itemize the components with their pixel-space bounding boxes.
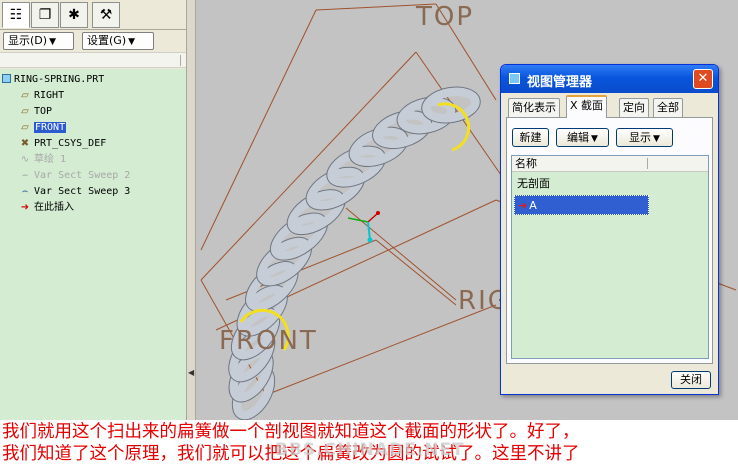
settings-menu-label: 设置(G) [87, 34, 127, 47]
list-item-label: A [529, 199, 537, 212]
csys-marker [347, 211, 380, 243]
tree-root-label: RING-SPRING.PRT [14, 74, 105, 85]
tree-column-header [0, 52, 186, 68]
tree-root-item[interactable]: RING-SPRING.PRT [2, 72, 104, 88]
tree-item-top[interactable]: ▱ TOP [18, 104, 52, 120]
model-tree-tab[interactable]: ☷ [2, 2, 30, 28]
close-icon[interactable]: ✕ [693, 69, 713, 89]
spring-coil [270, 212, 328, 261]
name-column-header[interactable]: 名称 [515, 157, 537, 170]
insert-here-arrow-icon: ➜ [20, 202, 30, 213]
show-menu-label: 显示(D) [8, 34, 48, 47]
sweep-feature-icon: ⌢ [21, 170, 29, 181]
tree-item-sketch[interactable]: ∿ 草绘 1 [18, 152, 66, 168]
active-arrow-icon: ➔ [518, 199, 528, 212]
folder-browser-tab[interactable]: ❐ [31, 2, 59, 28]
top-datum-label[interactable]: TOP [416, 2, 474, 32]
section-list: 名称 无剖面 ➔ A [511, 155, 709, 359]
right-datum-edge [375, 239, 457, 306]
folder-layers-icon: ❐ [38, 7, 52, 23]
settings-menu-button[interactable]: 设置(G) ▼ [82, 32, 154, 50]
tools-tab[interactable]: ⚒ [92, 2, 120, 28]
tree-item-label: 草绘 1 [34, 154, 67, 165]
edit-menu-label: 编辑 [567, 131, 590, 144]
tree-item-label: Var Sect Sweep 3 [34, 186, 131, 197]
dialog-titlebar[interactable]: 视图管理器 ✕ [501, 65, 718, 93]
collapse-arrow-icon[interactable]: ◀ [188, 368, 194, 377]
panel-sash[interactable] [186, 0, 196, 420]
x-section-pane: 新建 编辑 ▼ 显示 ▼ 名称 无剖面 ➔ A [506, 117, 713, 364]
tree-item-insert-here[interactable]: ➜ 在此插入 [18, 200, 74, 216]
tab-simplified-rep[interactable]: 简化表示 [508, 98, 560, 117]
datum-plane-icon: ▱ [21, 122, 29, 133]
close-button[interactable]: 关闭 [671, 371, 711, 389]
list-item-label: 无剖面 [517, 177, 550, 190]
tab-orient[interactable]: 定向 [619, 98, 649, 117]
datum-plane-icon: ▱ [21, 90, 29, 101]
new-button[interactable]: 新建 [512, 128, 549, 147]
tree-toolbar: 显示(D) ▼ 设置(G) ▼ [0, 31, 186, 51]
chevron-down-icon: ▼ [653, 134, 660, 144]
coordinate-system-icon: ✖ [20, 138, 30, 149]
chevron-down-icon: ▼ [128, 37, 136, 47]
view-manager-dialog: 视图管理器 ✕ 简化表示 X 截面 定向 全部 新建 编辑 ▼ 显示 ▼ 名称 无剖… [500, 64, 719, 395]
show-menu-button[interactable]: 显示(D) ▼ [3, 32, 74, 50]
favorites-tab[interactable]: ✱ [60, 2, 88, 28]
favorites-star-icon: ✱ [68, 7, 80, 23]
model-tree-icon: ☷ [9, 7, 23, 23]
window-icon [509, 73, 520, 84]
watermark-text: BBS.CHINADE.NET [275, 440, 465, 460]
dialog-title: 视图管理器 [527, 75, 593, 90]
edit-menu-button[interactable]: 编辑 ▼ [556, 128, 609, 147]
column-divider[interactable] [180, 55, 181, 66]
sketch-icon: ∿ [20, 154, 30, 165]
tab-x-section[interactable]: X 截面 [566, 95, 608, 118]
display-menu-label: 显示 [629, 131, 652, 144]
tree-item-label: PRT_CSYS_DEF [34, 138, 107, 149]
tree-item-csys[interactable]: ✖ PRT_CSYS_DEF [18, 136, 106, 152]
left-panel: ☷ ❐ ✱ ⚒ 显示(D) ▼ 设置(G) ▼ RING-SPRING.PRT ▱ R… [0, 0, 186, 420]
column-divider[interactable] [647, 158, 648, 169]
chevron-down-icon: ▼ [49, 37, 56, 47]
part-icon [2, 74, 11, 83]
tree-item-label: RIGHT [34, 90, 65, 101]
tools-icon: ⚒ [99, 7, 113, 23]
tree-item-label: Var Sect Sweep 2 [34, 170, 131, 181]
tree-item-front[interactable]: ▱ FRONT [18, 120, 67, 136]
display-menu-button[interactable]: 显示 ▼ [616, 128, 673, 147]
tree-item-sweep-2[interactable]: ⌢ Var Sect Sweep 2 [18, 168, 131, 184]
tree-item-label: TOP [34, 106, 53, 117]
flat-spring-coils [228, 86, 481, 420]
front-datum-label[interactable]: FRONT [219, 326, 318, 356]
sweep-feature-icon: ⌢ [21, 186, 29, 197]
list-item[interactable]: 无剖面 [514, 174, 550, 194]
navigator-tab-strip: ☷ ❐ ✱ ⚒ [0, 0, 186, 30]
tree-item-right[interactable]: ▱ RIGHT [18, 88, 64, 104]
tree-item-label: FRONT [34, 122, 67, 133]
datum-axis [345, 207, 457, 301]
datum-plane-icon: ▱ [21, 106, 29, 117]
list-item-selected[interactable]: ➔ A [514, 195, 649, 215]
list-header: 名称 [512, 156, 708, 172]
chevron-down-icon: ▼ [591, 134, 598, 144]
tree-item-sweep-3[interactable]: ⌢ Var Sect Sweep 3 [18, 184, 131, 200]
tab-all[interactable]: 全部 [653, 98, 683, 117]
model-tree: RING-SPRING.PRT ▱ RIGHT ▱ TOP ▱ FRONT ✖ PRT_… [0, 69, 186, 420]
tree-item-label: 在此插入 [34, 202, 74, 213]
